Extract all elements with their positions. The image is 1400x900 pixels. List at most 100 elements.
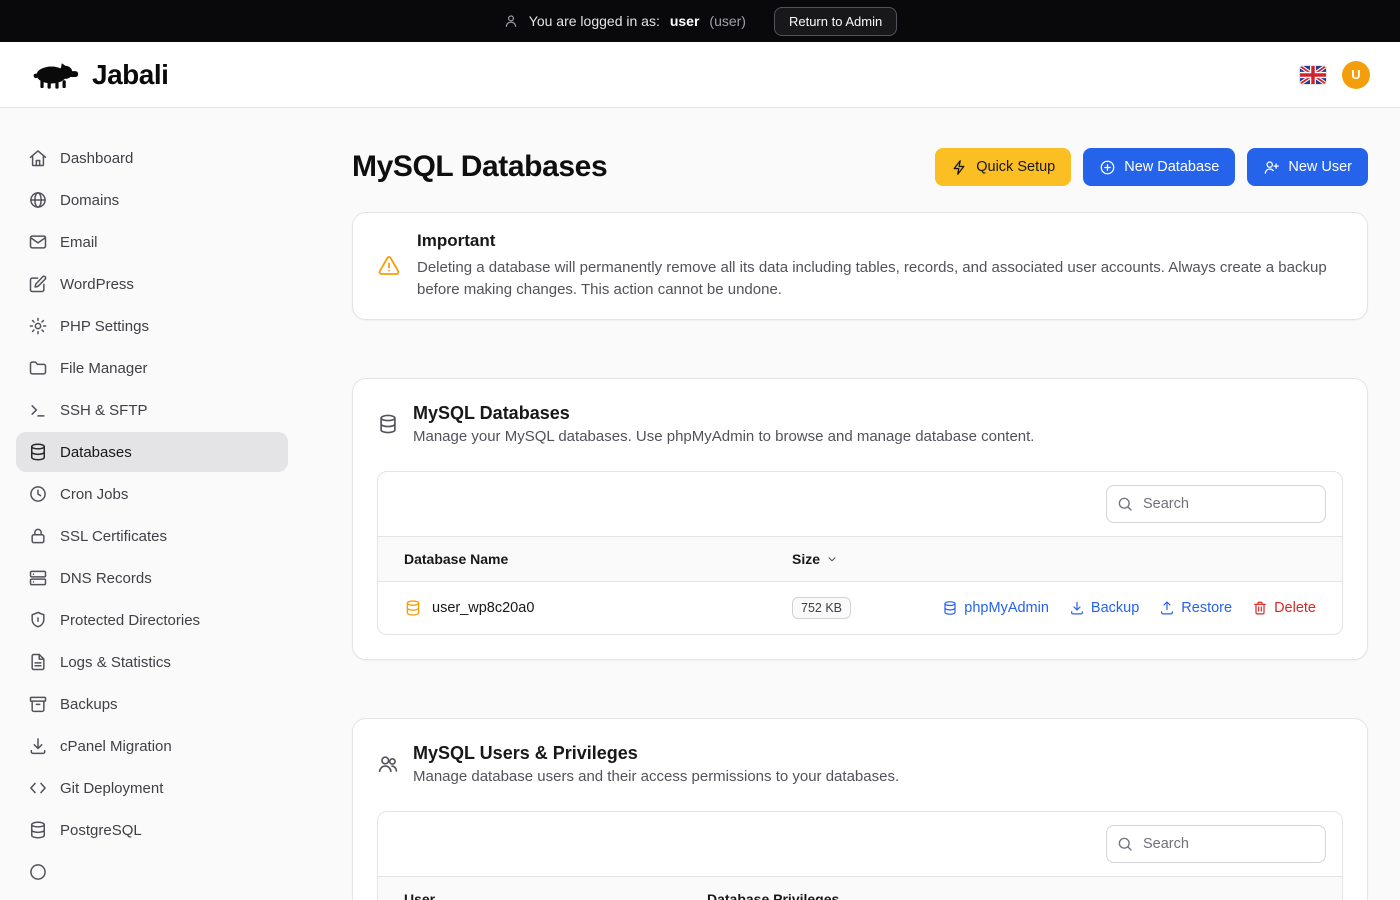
admin-session-bar: You are logged in as: user (user) Return… [0, 0, 1400, 42]
logged-in-username: user [670, 13, 700, 29]
users-section-text: MySQL Users & Privileges Manage database… [413, 743, 899, 785]
alert-triangle-icon [377, 254, 401, 278]
app-header: Jabali U [0, 42, 1400, 108]
backup-link[interactable]: Backup [1069, 600, 1139, 616]
sidebar-item-protected-directories[interactable]: Protected Directories [16, 600, 288, 640]
sidebar-item-php-settings[interactable]: PHP Settings [16, 306, 288, 346]
users-table-panel: User Database Privileges [377, 811, 1343, 900]
sidebar-item-cron-jobs[interactable]: Cron Jobs [16, 474, 288, 514]
sidebar-item-dns-records[interactable]: DNS Records [16, 558, 288, 598]
upload-icon [1159, 600, 1175, 616]
warning-body: Deleting a database will permanently rem… [417, 257, 1343, 301]
database-name: user_wp8c20a0 [432, 600, 534, 616]
sidebar-item-label: Dashboard [60, 150, 133, 167]
phpmyadmin-label: phpMyAdmin [964, 600, 1049, 616]
database-icon [942, 600, 958, 616]
databases-section-description: Manage your MySQL databases. Use phpMyAd… [413, 428, 1034, 445]
page-actions: Quick Setup New Database New User [935, 148, 1368, 186]
return-to-admin-button[interactable]: Return to Admin [774, 7, 897, 36]
column-database-privileges: Database Privileges [707, 891, 1316, 900]
person-icon [503, 13, 519, 29]
users-section-head: MySQL Users & Privileges Manage database… [377, 743, 1343, 785]
user-avatar[interactable]: U [1342, 61, 1370, 89]
databases-toolbar [378, 472, 1342, 536]
database-row: user_wp8c20a0 752 KB phpMyAdmin Backup [378, 582, 1342, 634]
column-size[interactable]: Size [792, 551, 1316, 567]
warning-title: Important [417, 231, 1343, 251]
uk-flag-icon[interactable] [1300, 66, 1326, 84]
sidebar-item-label: Email [60, 234, 98, 251]
delete-label: Delete [1274, 600, 1316, 616]
users-toolbar [378, 812, 1342, 876]
pencil-square-icon [28, 274, 48, 294]
users-search-input[interactable] [1106, 825, 1326, 863]
users-table-header: User Database Privileges [378, 876, 1342, 900]
chevron-down-icon[interactable] [825, 552, 839, 566]
sidebar-item-file-manager[interactable]: File Manager [16, 348, 288, 388]
user-plus-icon [1263, 159, 1280, 176]
quick-setup-label: Quick Setup [976, 159, 1055, 175]
sidebar-item-wordpress[interactable]: WordPress [16, 264, 288, 304]
database-icon [377, 413, 399, 435]
delete-link[interactable]: Delete [1252, 600, 1316, 616]
code-icon [28, 778, 48, 798]
sidebar-item-label: cPanel Migration [60, 738, 172, 755]
sidebar-item-label: PostgreSQL [60, 822, 142, 839]
databases-section-title: MySQL Databases [413, 403, 1034, 424]
folder-icon [28, 358, 48, 378]
sidebar-item-ssl-certificates[interactable]: SSL Certificates [16, 516, 288, 556]
file-text-icon [28, 652, 48, 672]
sidebar-item-email[interactable]: Email [16, 222, 288, 262]
quick-setup-button[interactable]: Quick Setup [935, 148, 1071, 186]
sidebar-item-label: Databases [60, 444, 132, 461]
database-icon [28, 442, 48, 462]
sidebar-item-label: Cron Jobs [60, 486, 128, 503]
users-icon [377, 753, 399, 775]
new-database-label: New Database [1124, 159, 1219, 175]
database-icon [404, 599, 422, 617]
databases-section-text: MySQL Databases Manage your MySQL databa… [413, 403, 1034, 445]
lock-icon [28, 526, 48, 546]
main-content: MySQL Databases Quick Setup New Database… [304, 108, 1400, 900]
size-badge: 752 KB [792, 597, 851, 619]
sidebar-item-logs-statistics[interactable]: Logs & Statistics [16, 642, 288, 682]
sidebar-item-cpanel-migration[interactable]: cPanel Migration [16, 726, 288, 766]
phpmyadmin-link[interactable]: phpMyAdmin [942, 600, 1049, 616]
sidebar-item-label: SSL Certificates [60, 528, 167, 545]
sidebar-item-git-deployment[interactable]: Git Deployment [16, 768, 288, 808]
circle-icon [28, 862, 48, 882]
sidebar-item-label: PHP Settings [60, 318, 149, 335]
backup-label: Backup [1091, 600, 1139, 616]
databases-search [1106, 485, 1326, 523]
restore-label: Restore [1181, 600, 1232, 616]
lightning-icon [951, 159, 968, 176]
sidebar-item-databases[interactable]: Databases [16, 432, 288, 472]
users-card: MySQL Users & Privileges Manage database… [352, 718, 1368, 900]
clock-icon [28, 484, 48, 504]
logged-in-text: You are logged in as: [529, 13, 660, 29]
restore-link[interactable]: Restore [1159, 600, 1232, 616]
new-user-label: New User [1288, 159, 1352, 175]
new-database-button[interactable]: New Database [1083, 148, 1235, 186]
sidebar-item-postgresql[interactable]: PostgreSQL [16, 810, 288, 850]
users-section-title: MySQL Users & Privileges [413, 743, 899, 764]
sidebar-item-dashboard[interactable]: Dashboard [16, 138, 288, 178]
logged-in-role: (user) [709, 13, 746, 29]
brand-name: Jabali [92, 59, 168, 91]
sidebar-item-label: Logs & Statistics [60, 654, 171, 671]
databases-table-panel: Database Name Size user_wp8c20a0 752 KB [377, 471, 1343, 635]
sidebar-item-backups[interactable]: Backups [16, 684, 288, 724]
sidebar-item-label: WordPress [60, 276, 134, 293]
sidebar-item-label: DNS Records [60, 570, 152, 587]
databases-card: MySQL Databases Manage your MySQL databa… [352, 378, 1368, 660]
sidebar-item-domains[interactable]: Domains [16, 180, 288, 220]
new-user-button[interactable]: New User [1247, 148, 1368, 186]
sidebar: Dashboard Domains Email WordPress PHP Se… [0, 108, 304, 900]
sidebar-item-label: Git Deployment [60, 780, 163, 797]
databases-search-input[interactable] [1106, 485, 1326, 523]
gear-icon [28, 316, 48, 336]
sidebar-item-partial[interactable] [16, 852, 288, 892]
brand-logo[interactable]: Jabali [30, 58, 168, 92]
sidebar-item-ssh-sftp[interactable]: SSH & SFTP [16, 390, 288, 430]
page-layout: Dashboard Domains Email WordPress PHP Se… [0, 108, 1400, 900]
